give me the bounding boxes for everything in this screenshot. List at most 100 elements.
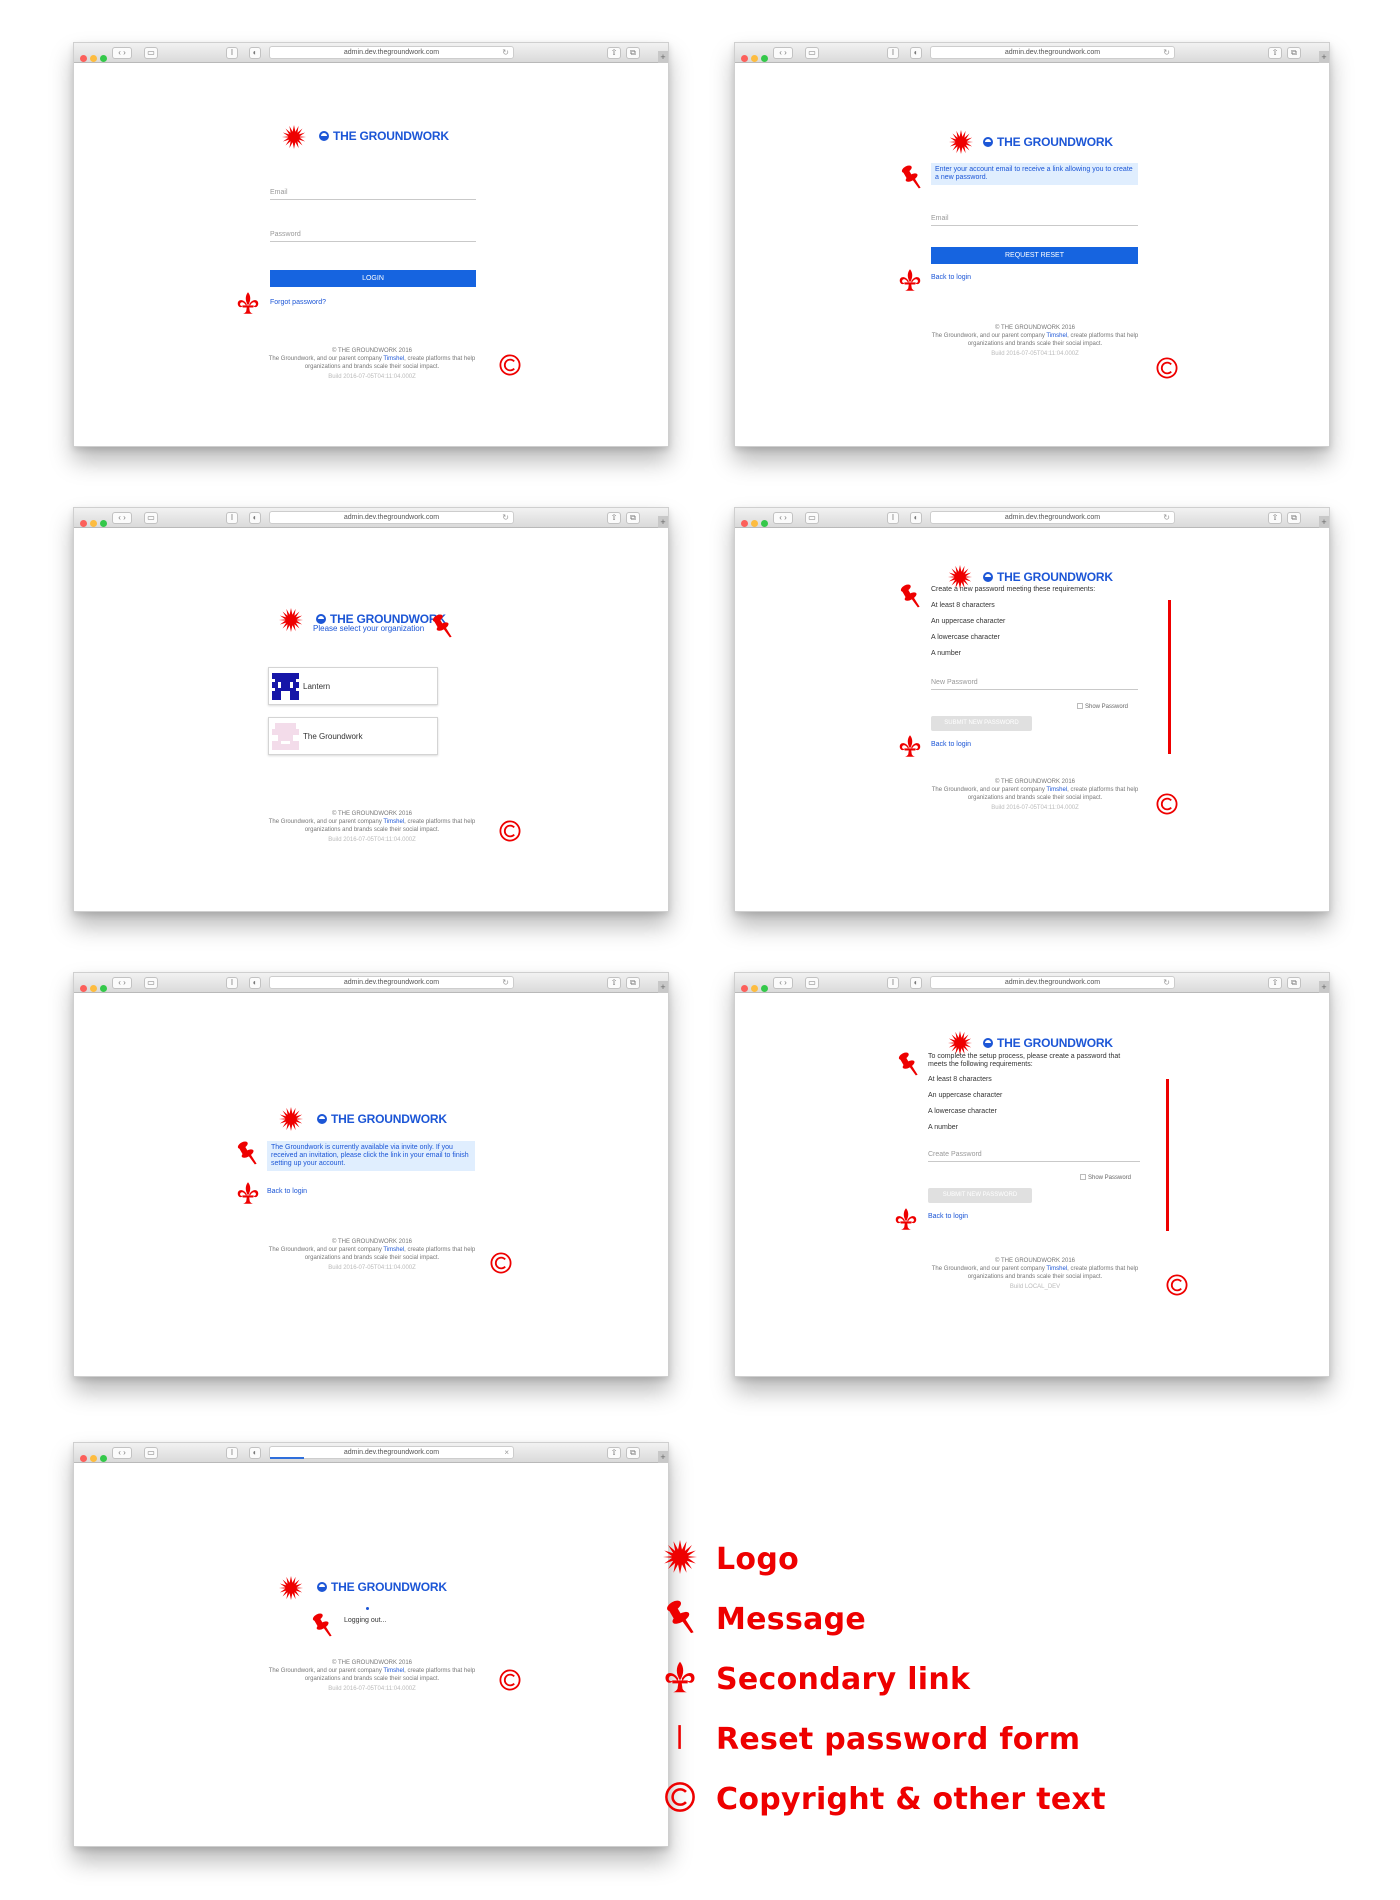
sidebar-icon[interactable]: ▭ <box>805 977 819 989</box>
legend-item-reset-form: Reset password form <box>660 1720 1080 1757</box>
tabs-icon[interactable]: ⧉ <box>626 977 640 989</box>
timshel-link[interactable]: Timshel <box>1046 1266 1067 1272</box>
tabs-icon[interactable]: ⧉ <box>626 512 640 524</box>
back-to-login-link[interactable]: Back to login <box>931 274 971 281</box>
extension-icon[interactable]: I <box>887 512 899 524</box>
email-field[interactable]: Email <box>931 215 1138 226</box>
timshel-link[interactable]: Timshel <box>1046 333 1067 339</box>
info-message: Enter your account email to receive a li… <box>931 163 1138 185</box>
back-forward-buttons[interactable]: ‹ › <box>773 47 793 59</box>
submit-new-password-button[interactable]: SUBMIT NEW PASSWORD <box>928 1188 1032 1203</box>
share-icon[interactable]: ⇧ <box>1268 977 1282 989</box>
back-forward-buttons[interactable]: ‹ › <box>773 977 793 989</box>
browser-window-setup-password: ‹ › ▭ I ◐ admin.dev.thegroundwork.com ↻ ⇧… <box>734 972 1330 1377</box>
login-button[interactable]: LOGIN <box>270 270 476 287</box>
extension-icon[interactable]: I <box>226 512 238 524</box>
timshel-link[interactable]: Timshel <box>383 1247 404 1253</box>
address-bar[interactable]: admin.dev.thegroundwork.com ↻ <box>930 976 1175 989</box>
privacy-icon[interactable]: ◐ <box>249 1447 261 1459</box>
privacy-icon[interactable]: ◐ <box>910 47 922 59</box>
create-password-field[interactable]: Create Password <box>928 1151 1140 1162</box>
privacy-icon[interactable]: ◐ <box>910 977 922 989</box>
share-icon[interactable]: ⇧ <box>1268 47 1282 59</box>
show-password-checkbox[interactable]: Show Password <box>1080 1174 1131 1181</box>
extension-icon[interactable]: I <box>226 977 238 989</box>
new-password-field[interactable]: New Password <box>931 679 1138 690</box>
back-forward-buttons[interactable]: ‹ › <box>773 512 793 524</box>
new-tab-button[interactable]: + <box>1319 516 1329 528</box>
extension-icon[interactable]: I <box>887 977 899 989</box>
sidebar-icon[interactable]: ▭ <box>144 47 158 59</box>
back-to-login-link[interactable]: Back to login <box>931 741 971 748</box>
request-reset-button[interactable]: REQUEST RESET <box>931 247 1138 264</box>
org-option-the-groundwork[interactable]: The Groundwork <box>268 717 438 755</box>
tabs-icon[interactable]: ⧉ <box>1287 47 1301 59</box>
address-bar[interactable]: admin.dev.thegroundwork.com ↻ <box>930 511 1175 524</box>
back-forward-buttons[interactable]: ‹ › <box>112 47 132 59</box>
show-password-checkbox[interactable]: Show Password <box>1077 703 1128 710</box>
back-forward-buttons[interactable]: ‹ › <box>112 977 132 989</box>
new-tab-button[interactable]: + <box>658 1451 668 1463</box>
back-to-login-link[interactable]: Back to login <box>267 1188 307 1195</box>
extension-icon[interactable]: I <box>226 47 238 59</box>
tabs-icon[interactable]: ⧉ <box>1287 512 1301 524</box>
requirements-heading: Create a new password meeting these requ… <box>931 586 1096 593</box>
share-icon[interactable]: ⇧ <box>607 512 621 524</box>
share-icon[interactable]: ⇧ <box>607 47 621 59</box>
back-forward-buttons[interactable]: ‹ › <box>112 1447 132 1459</box>
back-forward-buttons[interactable]: ‹ › <box>112 512 132 524</box>
extension-icon[interactable]: I <box>226 1447 238 1459</box>
secondary-link-annotation-icon <box>898 268 922 292</box>
sidebar-icon[interactable]: ▭ <box>144 1447 158 1459</box>
browser-window-reset-request: ‹ › ▭ I ◐ admin.dev.thegroundwork.com ↻ ⇧… <box>734 42 1330 447</box>
new-tab-button[interactable]: + <box>658 516 668 528</box>
brand-logo: THE GROUNDWORK <box>983 1036 1113 1050</box>
address-bar[interactable]: admin.dev.thegroundwork.com ↻ <box>269 46 514 59</box>
new-tab-button[interactable]: + <box>658 51 668 63</box>
timshel-link[interactable]: Timshel <box>383 356 404 362</box>
address-bar[interactable]: admin.dev.thegroundwork.com ↻ <box>269 511 514 524</box>
submit-new-password-button[interactable]: SUBMIT NEW PASSWORD <box>931 716 1032 731</box>
new-tab-button[interactable]: + <box>1319 51 1329 63</box>
copyright-text: © THE GROUNDWORK 2016 <box>332 811 412 817</box>
share-icon[interactable]: ⇧ <box>1268 512 1282 524</box>
privacy-icon[interactable]: ◐ <box>249 512 261 524</box>
sidebar-icon[interactable]: ▭ <box>805 47 819 59</box>
tabs-icon[interactable]: ⧉ <box>626 47 640 59</box>
address-bar[interactable]: admin.dev.thegroundwork.com ↻ <box>269 976 514 989</box>
browser-toolbar: ‹ › ▭ I ◐ admin.dev.thegroundwork.com × ⇧… <box>74 1443 668 1463</box>
copyright-text: © THE GROUNDWORK 2016 <box>995 779 1075 785</box>
copyright-text: © THE GROUNDWORK 2016 <box>995 1258 1075 1264</box>
org-option-lantern[interactable]: Lantern <box>268 667 438 705</box>
privacy-icon[interactable]: ◐ <box>249 977 261 989</box>
extension-icon[interactable]: I <box>887 47 899 59</box>
legend-item-message: Message <box>660 1600 1060 1637</box>
timshel-link[interactable]: Timshel <box>1046 787 1067 793</box>
share-icon[interactable]: ⇧ <box>607 1447 621 1459</box>
address-bar[interactable]: admin.dev.thegroundwork.com × <box>269 1446 514 1459</box>
password-field[interactable]: Password <box>270 231 476 242</box>
sidebar-icon[interactable]: ▭ <box>144 977 158 989</box>
sidebar-icon[interactable]: ▭ <box>144 512 158 524</box>
timshel-link[interactable]: Timshel <box>383 1668 404 1674</box>
forgot-password-link[interactable]: Forgot password? <box>270 299 326 306</box>
timshel-link[interactable]: Timshel <box>383 819 404 825</box>
logo-annotation-icon <box>279 1107 303 1131</box>
brand-logo: THE GROUNDWORK <box>983 570 1113 584</box>
privacy-icon[interactable]: ◐ <box>910 512 922 524</box>
email-field[interactable]: Email <box>270 189 476 200</box>
build-text: Build 2016-07-05T04:11:04.000Z <box>991 805 1079 811</box>
new-tab-button[interactable]: + <box>658 981 668 993</box>
sidebar-icon[interactable]: ▭ <box>805 512 819 524</box>
privacy-icon[interactable]: ◐ <box>249 47 261 59</box>
tabs-icon[interactable]: ⧉ <box>626 1447 640 1459</box>
address-bar[interactable]: admin.dev.thegroundwork.com ↻ <box>930 46 1175 59</box>
copyright-annotation-icon <box>498 819 522 843</box>
footer: © THE GROUNDWORK 2016 The Groundwork, an… <box>254 1238 490 1272</box>
vertical-bar-icon <box>660 1720 700 1754</box>
browser-window-logging-out: ‹ › ▭ I ◐ admin.dev.thegroundwork.com × ⇧… <box>73 1442 669 1847</box>
share-icon[interactable]: ⇧ <box>607 977 621 989</box>
tabs-icon[interactable]: ⧉ <box>1287 977 1301 989</box>
back-to-login-link[interactable]: Back to login <box>928 1213 968 1220</box>
new-tab-button[interactable]: + <box>1319 981 1329 993</box>
